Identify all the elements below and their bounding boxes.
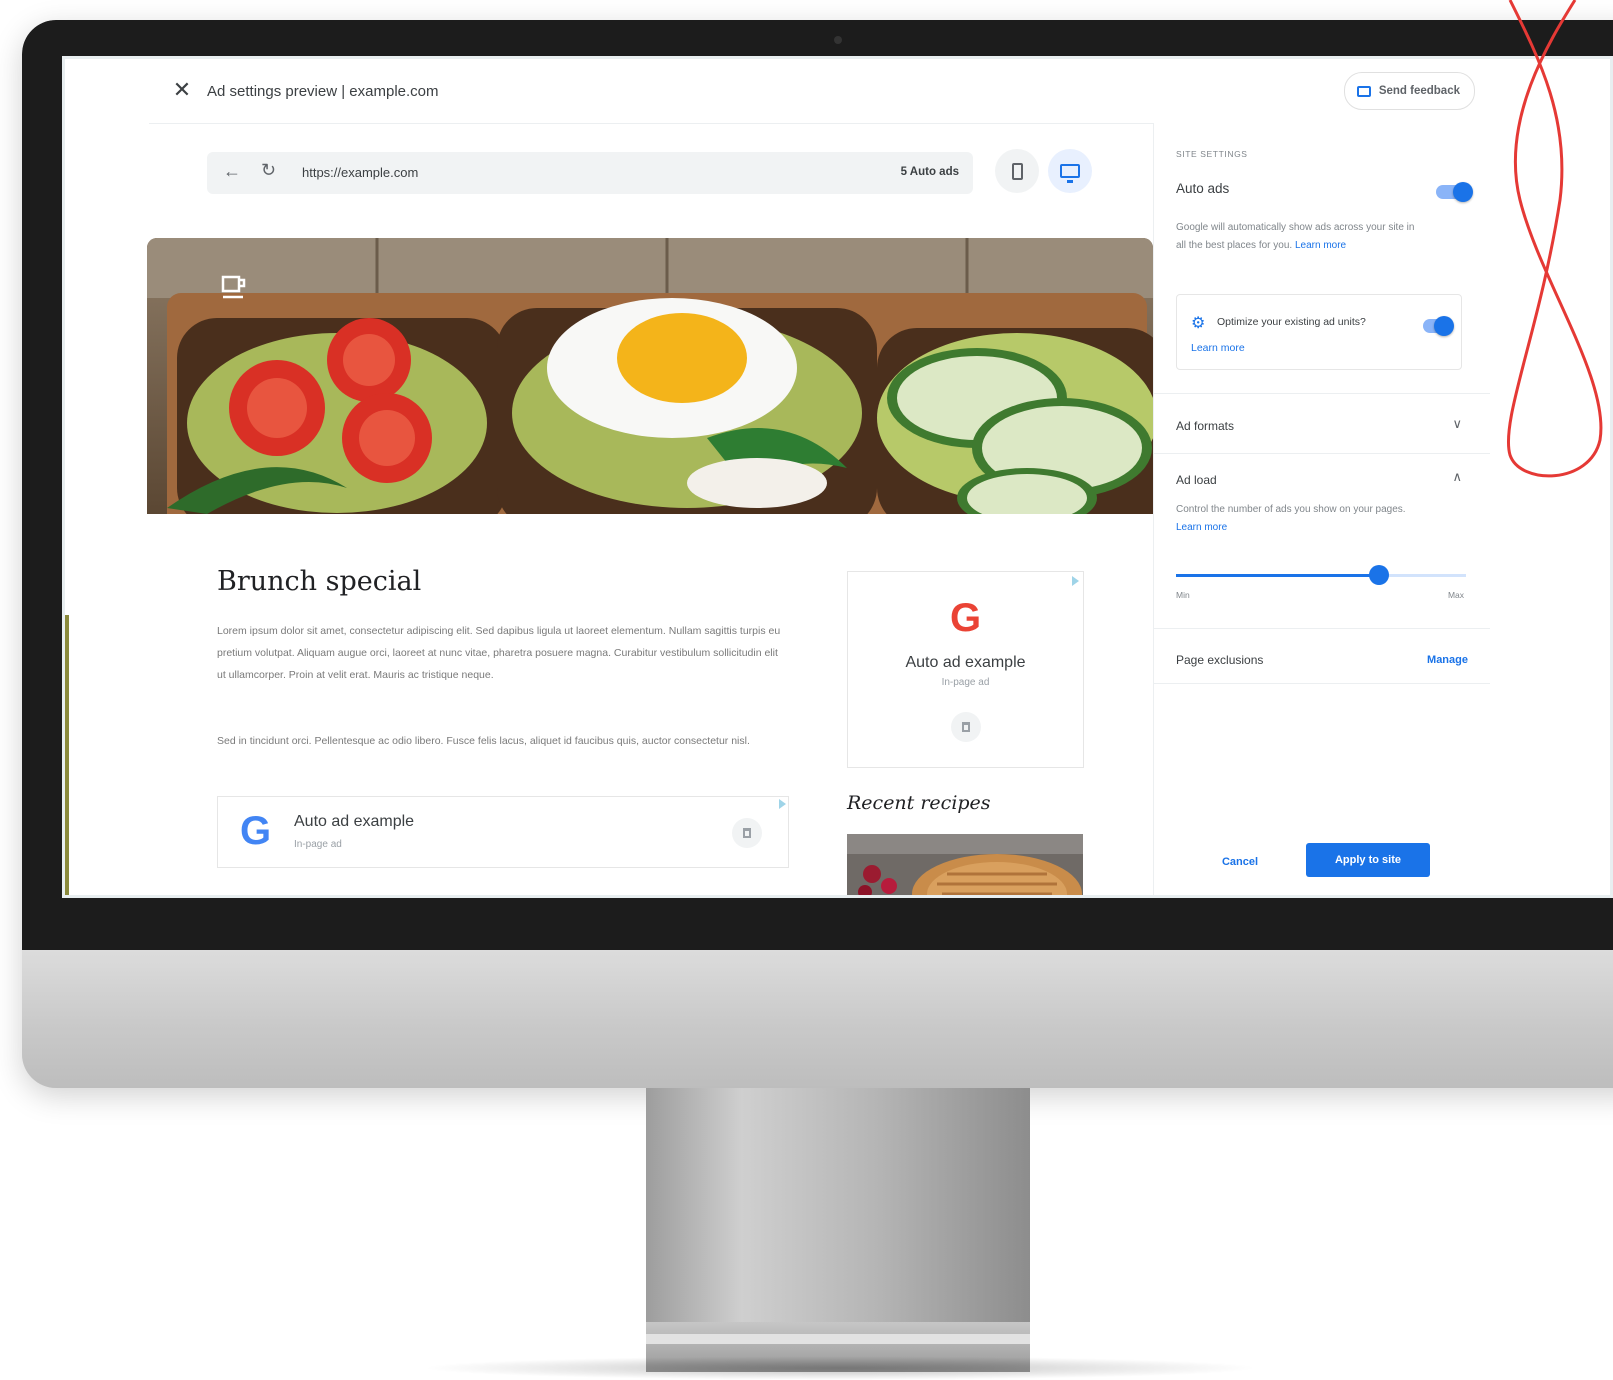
ad-load-description: Control the number of ads you show on yo… (1176, 501, 1416, 537)
mobile-preview-button[interactable] (995, 149, 1039, 193)
ad-subtitle: In-page ad (294, 839, 342, 850)
url-bar[interactable]: ← ↻ https://example.com 5 Auto ads (207, 152, 973, 194)
red-scribble-decoration (1506, 0, 1603, 478)
divider (1154, 453, 1490, 454)
auto-ads-description: Google will automatically show ads acros… (1176, 219, 1416, 255)
cup-logo-icon (221, 275, 246, 299)
slider-thumb[interactable] (1369, 565, 1389, 585)
trash-icon (962, 722, 970, 732)
remove-ad-button[interactable] (732, 818, 762, 848)
ad-title: Auto ad example (905, 654, 1026, 671)
slider-max-label: Max (1447, 590, 1464, 600)
page-exclusions-title: Page exclusions (1176, 653, 1264, 667)
article-title: Brunch special (217, 566, 422, 597)
url-text[interactable]: https://example.com (302, 165, 418, 180)
mobile-icon (1011, 162, 1023, 180)
send-feedback-button[interactable]: Send feedback (1343, 72, 1475, 110)
article-paragraph: Sed in tincidunt orci. Pellentesque ac o… (217, 735, 750, 747)
floor-shadow (420, 1356, 1260, 1380)
manage-exclusions-link[interactable]: Manage (1427, 654, 1468, 666)
google-g-logo-icon: G (949, 596, 982, 640)
optimize-toggle[interactable] (1423, 316, 1454, 336)
divider (1154, 393, 1490, 394)
left-accent (65, 615, 69, 895)
close-icon[interactable]: ✕ (171, 79, 193, 101)
cancel-button[interactable]: Cancel (1200, 845, 1280, 879)
slider-fill (1176, 574, 1379, 577)
page-title: Ad settings preview | example.com (207, 83, 439, 100)
desktop-icon (1060, 164, 1080, 183)
monitor-chin (22, 950, 1613, 1088)
auto-ads-title: Auto ads (1176, 181, 1230, 196)
ad-title: Auto ad example (294, 813, 415, 830)
back-arrow-icon[interactable]: ← (223, 161, 241, 182)
top-bar: ✕ Ad settings preview | example.com Send… (149, 59, 1489, 124)
send-feedback-label: Send feedback (1378, 85, 1460, 97)
optimize-box: ⚙ Optimize your existing ad units? Learn… (1176, 294, 1462, 370)
chevron-up-icon[interactable]: ∧ (1452, 469, 1462, 485)
adchoices-icon[interactable] (779, 799, 786, 809)
ad-formats-title[interactable]: Ad formats (1176, 419, 1234, 433)
chevron-down-icon[interactable]: ∨ (1452, 416, 1462, 432)
slider-min-label: Min (1176, 590, 1190, 600)
desktop-preview-button[interactable] (1048, 149, 1092, 193)
divider (1154, 628, 1490, 629)
recent-recipes-heading: Recent recipes (847, 792, 991, 814)
sidebar-ad-example[interactable]: G Auto ad example In-page ad (847, 571, 1084, 768)
ad-load-slider[interactable] (1176, 565, 1466, 585)
divider (1154, 683, 1490, 684)
feedback-icon (1356, 85, 1371, 97)
ad-load-description-text: Control the number of ads you show on yo… (1176, 504, 1406, 515)
remove-ad-button[interactable] (951, 712, 981, 742)
auto-ads-count: 5 Auto ads (900, 166, 959, 178)
inline-ad-example[interactable]: G Auto ad example In-page ad (217, 796, 789, 868)
optimize-learn-more-link[interactable]: Learn more (1191, 342, 1245, 354)
settings-panel: SITE SETTINGS Auto ads Google will autom… (1153, 123, 1490, 895)
monitor-stand (646, 1088, 1030, 1328)
article-paragraph: Lorem ipsum dolor sit amet, consectetur … (217, 625, 781, 681)
apply-to-site-button[interactable]: Apply to site (1306, 843, 1430, 877)
recipe-thumbnail[interactable] (847, 834, 1083, 895)
optimize-label: Optimize your existing ad units? (1217, 316, 1366, 328)
camera-dot (834, 36, 842, 44)
auto-ads-toggle[interactable] (1436, 182, 1473, 202)
ad-load-learn-more-link[interactable]: Learn more (1176, 522, 1227, 533)
adchoices-icon[interactable] (1072, 576, 1079, 586)
gear-sparkle-icon: ⚙ (1191, 315, 1206, 332)
section-label: SITE SETTINGS (1176, 149, 1248, 159)
reload-icon[interactable]: ↻ (261, 160, 276, 181)
trash-icon (743, 828, 751, 838)
screen: ✕ Ad settings preview | example.com Send… (62, 56, 1613, 898)
ad-subtitle: In-page ad (941, 677, 990, 688)
auto-ads-learn-more-link[interactable]: Learn more (1295, 240, 1346, 251)
ad-load-title: Ad load (1176, 473, 1217, 487)
hero-image (147, 238, 1153, 514)
google-g-logo-icon: G (240, 809, 272, 853)
